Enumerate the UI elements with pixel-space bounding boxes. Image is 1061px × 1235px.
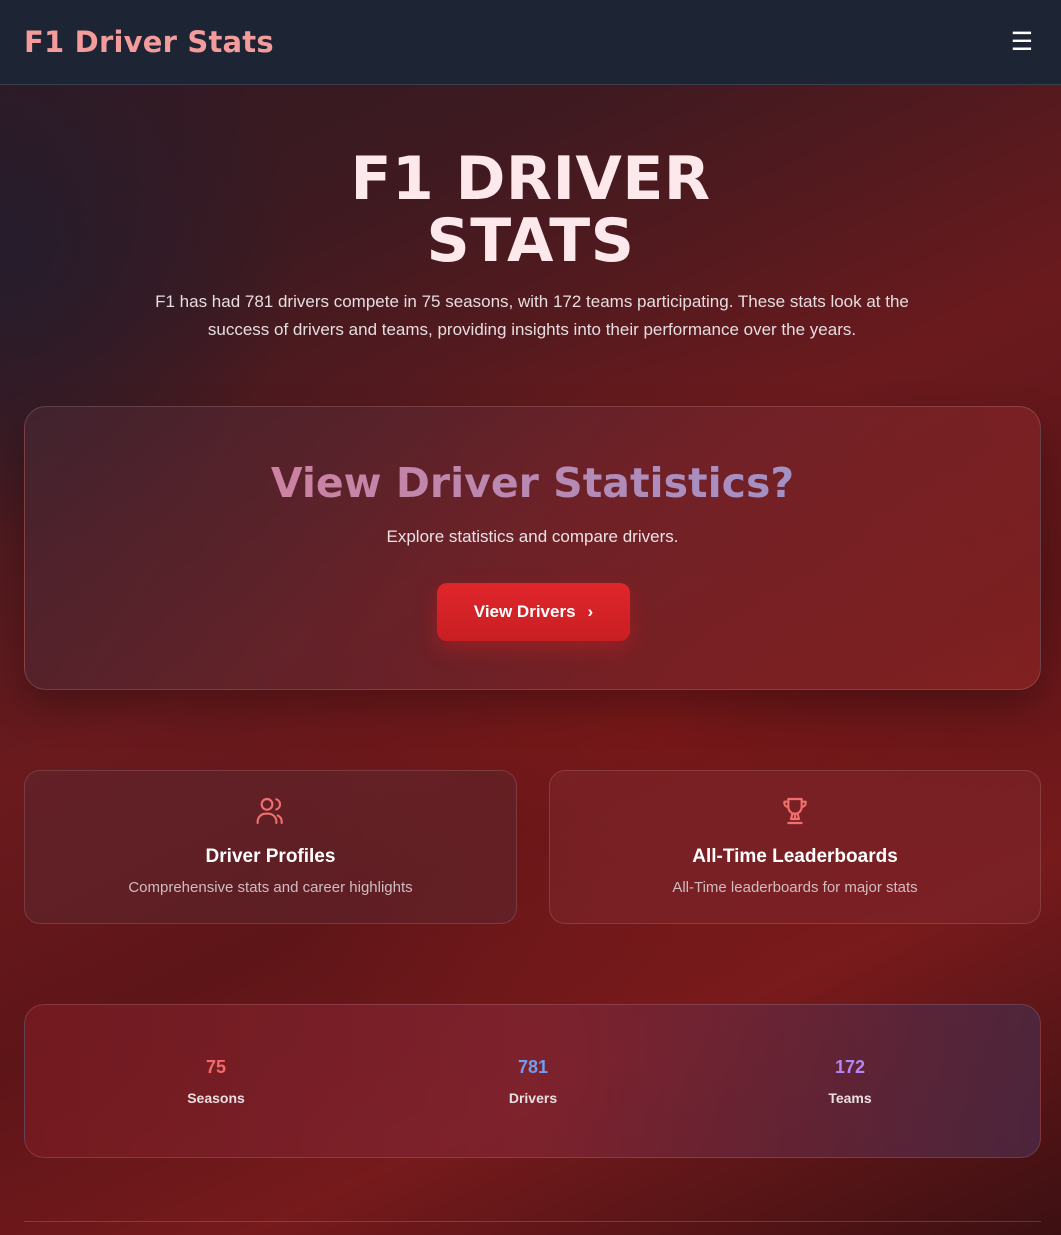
- stat-teams: 172 Teams: [750, 1057, 950, 1106]
- stat-label: Teams: [828, 1090, 872, 1106]
- feature-title: Driver Profiles: [205, 846, 336, 867]
- navbar: F1 Driver Stats ☰: [0, 0, 1061, 85]
- stats-card: 75 Seasons 781 Drivers 172 Teams: [24, 1004, 1041, 1158]
- hero-description: F1 has had 781 drivers compete in 75 sea…: [155, 292, 909, 339]
- stat-seasons: 75 Seasons: [116, 1057, 316, 1106]
- chevron-right-icon: ›: [587, 602, 594, 621]
- feature-card-leaderboards[interactable]: All-Time Leaderboards All-Time leaderboa…: [549, 770, 1041, 924]
- stat-value: 781: [517, 1057, 549, 1077]
- cta-subtitle: Explore statistics and compare drivers.: [386, 527, 679, 546]
- brand-logo[interactable]: F1 Driver Stats: [24, 25, 274, 59]
- cta-title: View Driver Statistics?: [25, 459, 1040, 507]
- view-drivers-label: View Drivers: [473, 602, 576, 621]
- hamburger-menu-icon[interactable]: ☰: [1007, 29, 1037, 55]
- feature-description: All-Time leaderboards for major stats: [672, 879, 918, 896]
- stat-drivers: 781 Drivers: [433, 1057, 633, 1106]
- stat-value: 75: [205, 1057, 227, 1077]
- stat-value: 172: [834, 1057, 866, 1077]
- stat-label: Seasons: [187, 1090, 245, 1106]
- footer-divider: [24, 1221, 1041, 1222]
- stat-label: Drivers: [508, 1090, 558, 1106]
- cta-card: View Driver Statistics? Explore statisti…: [24, 406, 1041, 690]
- feature-description: Comprehensive stats and career highlight…: [128, 879, 413, 896]
- hero-title: F1 DRIVER STATS: [0, 148, 1061, 272]
- feature-card-driver-profiles[interactable]: Driver Profiles Comprehensive stats and …: [24, 770, 517, 924]
- view-drivers-button[interactable]: View Drivers ›: [437, 583, 630, 641]
- feature-title: All-Time Leaderboards: [692, 846, 898, 867]
- users-icon: [256, 797, 283, 825]
- trophy-icon: [783, 797, 807, 825]
- hero-title-line2: STATS: [426, 206, 635, 276]
- hero-title-line1: F1 DRIVER: [350, 144, 711, 214]
